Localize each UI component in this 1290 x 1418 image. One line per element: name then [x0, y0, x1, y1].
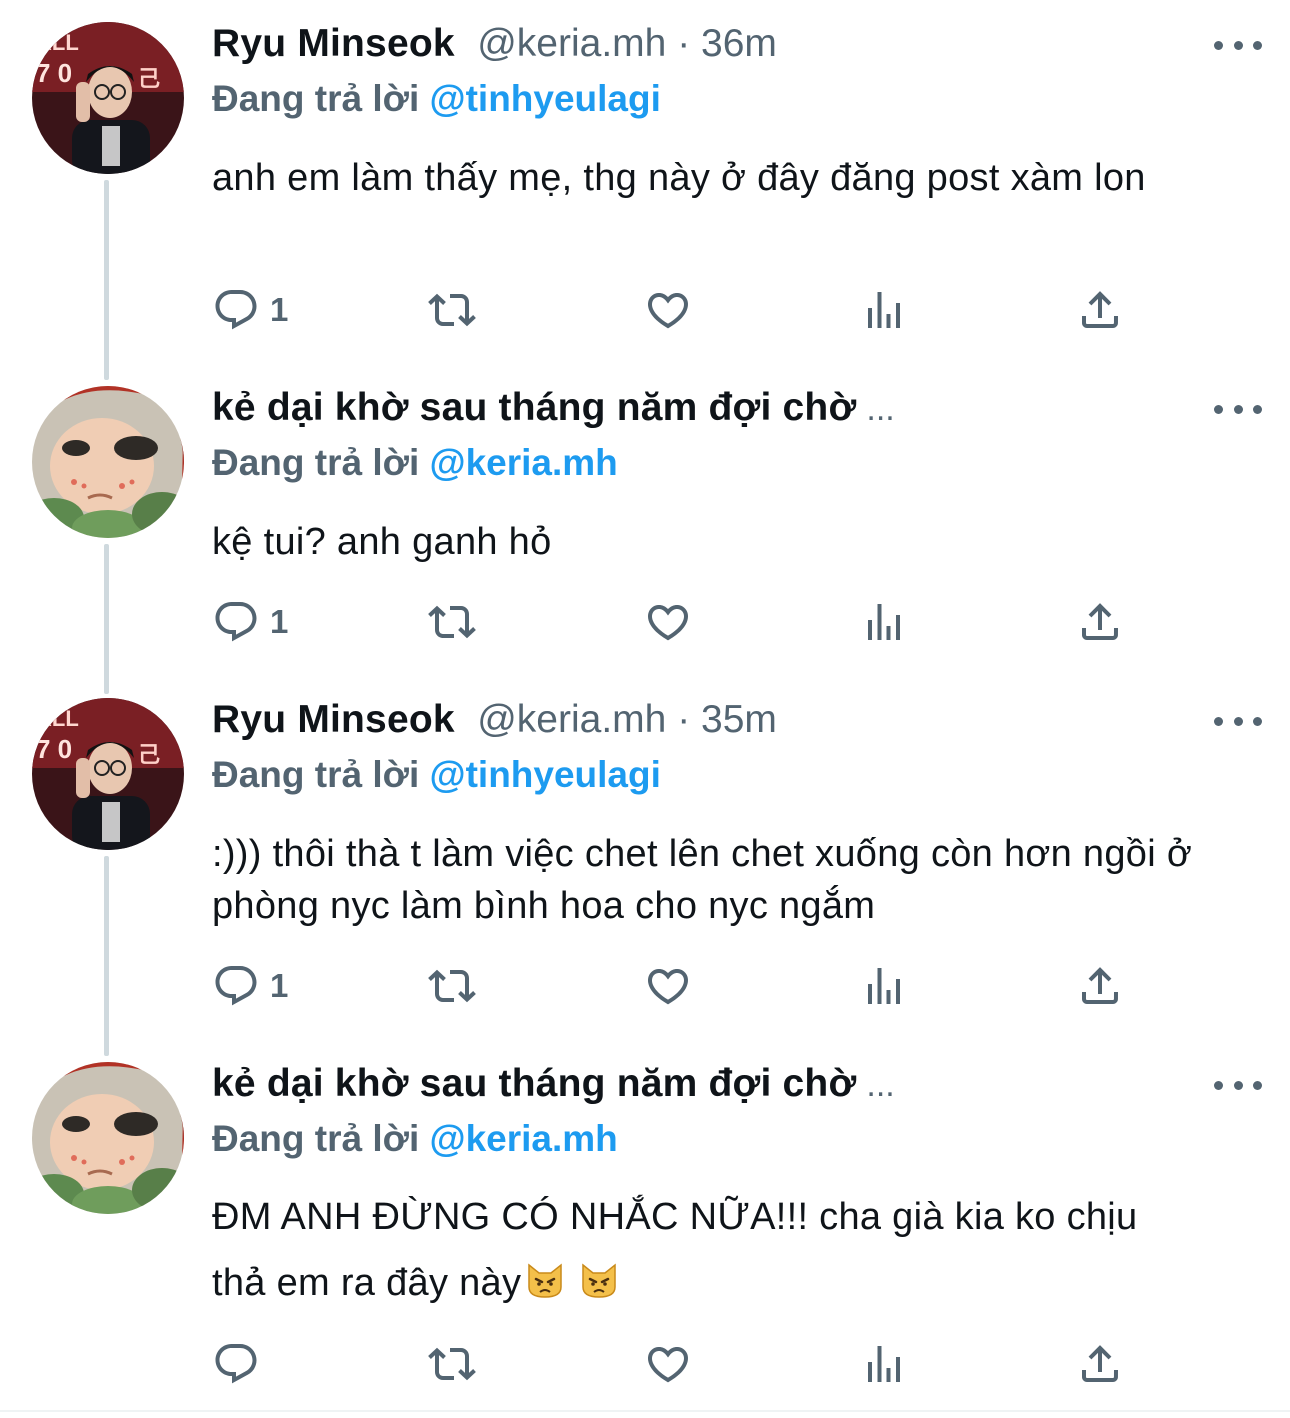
- like-button[interactable]: [644, 280, 692, 340]
- tweet-text: anh em làm thấy mẹ, thg này ở đây đăng p…: [212, 157, 1146, 199]
- thread-line: [104, 180, 109, 380]
- reply-button[interactable]: 1: [212, 956, 288, 1016]
- display-name[interactable]: kẻ dại khờ sau tháng năm đợi chờ: [212, 1062, 856, 1105]
- like-icon: [644, 286, 692, 334]
- reply-button[interactable]: 1: [212, 280, 288, 340]
- share-button[interactable]: [1076, 1334, 1124, 1394]
- share-icon: [1076, 1340, 1124, 1388]
- tweet-text: ĐM ANH ĐỪNG CÓ NHẮC NỮA!!! cha già kia k…: [212, 1184, 1192, 1316]
- pouting-cat-emoji-icon: [525, 1261, 565, 1299]
- share-button[interactable]: [1076, 956, 1124, 1016]
- more-icon[interactable]: [1214, 706, 1262, 736]
- name-truncation: ...: [866, 1066, 895, 1104]
- flower-doll-avatar-image: [32, 1062, 184, 1214]
- handle-and-time: @keria.mh · 36m: [477, 22, 777, 65]
- handle-and-time: @keria.mh · 35m: [477, 698, 777, 741]
- like-button[interactable]: [644, 592, 692, 652]
- share-icon: [1076, 962, 1124, 1010]
- retweet-icon: [428, 1340, 476, 1388]
- views-icon: [860, 1340, 908, 1388]
- reply-count: 1: [270, 603, 289, 640]
- display-name[interactable]: Ryu Minseok: [212, 22, 455, 65]
- mention-link[interactable]: @keria.mh: [430, 442, 618, 483]
- display-name[interactable]: kẻ dại khờ sau tháng năm đợi chờ: [212, 386, 856, 429]
- retweet-button[interactable]: [428, 592, 476, 652]
- retweet-button[interactable]: [428, 1334, 476, 1394]
- action-bar: 1: [212, 280, 1142, 340]
- name-truncation: ...: [866, 390, 895, 428]
- replying-to-label: Đang trả lời: [212, 442, 420, 483]
- share-icon: [1076, 598, 1124, 646]
- more-icon[interactable]: [1214, 394, 1262, 424]
- avatar[interactable]: [32, 1062, 184, 1214]
- retweet-button[interactable]: [428, 956, 476, 1016]
- like-icon: [644, 1340, 692, 1388]
- replying-to: Đang trả lời @keria.mh: [212, 1118, 1262, 1174]
- esports-player-avatar-image: [32, 22, 184, 174]
- tweet-text-body: ĐM ANH ĐỪNG CÓ NHẮC NỮA!!! cha già kia k…: [212, 1196, 1138, 1304]
- avatar[interactable]: [32, 386, 184, 538]
- retweet-button[interactable]: [428, 280, 476, 340]
- views-icon: [860, 962, 908, 1010]
- esports-player-avatar-image: [32, 698, 184, 850]
- like-icon: [644, 598, 692, 646]
- reply-icon: [212, 962, 260, 1010]
- tweet-text: kệ tui? anh ganh hỏ: [212, 521, 552, 563]
- action-bar: 1: [212, 956, 1142, 1016]
- share-button[interactable]: [1076, 592, 1124, 652]
- reply-count: 1: [270, 291, 289, 328]
- reply-count: 1: [270, 967, 289, 1004]
- tweet-text: :))) thôi thà t làm việc chet lên chet x…: [212, 833, 1193, 927]
- replying-to: Đang trả lời @tinhyeulagi: [212, 78, 1262, 134]
- like-button[interactable]: [644, 1334, 692, 1394]
- handle[interactable]: @keria.mh: [477, 698, 666, 741]
- timestamp[interactable]: 36m: [701, 22, 777, 65]
- action-bar: 1: [212, 592, 1142, 652]
- flower-doll-avatar-image: [32, 386, 184, 538]
- replying-to-label: Đang trả lời: [212, 78, 420, 119]
- more-icon[interactable]: [1214, 1070, 1262, 1100]
- reply-button[interactable]: [212, 1334, 270, 1394]
- retweet-icon: [428, 286, 476, 334]
- replying-to-label: Đang trả lời: [212, 1118, 420, 1159]
- like-button[interactable]: [644, 956, 692, 1016]
- display-name[interactable]: Ryu Minseok: [212, 698, 455, 741]
- mention-link[interactable]: @tinhyeulagi: [430, 78, 661, 119]
- thread-line: [104, 856, 109, 1056]
- avatar[interactable]: [32, 22, 184, 174]
- views-icon: [860, 598, 908, 646]
- replying-to: Đang trả lời @keria.mh: [212, 442, 1262, 498]
- views-button[interactable]: [860, 1334, 908, 1394]
- more-icon[interactable]: [1214, 30, 1262, 60]
- avatar[interactable]: [32, 698, 184, 850]
- views-button[interactable]: [860, 592, 908, 652]
- views-button[interactable]: [860, 280, 908, 340]
- share-icon: [1076, 286, 1124, 334]
- action-bar: [212, 1334, 1142, 1394]
- share-button[interactable]: [1076, 280, 1124, 340]
- like-icon: [644, 962, 692, 1010]
- reply-icon: [212, 1340, 260, 1388]
- reply-icon: [212, 286, 260, 334]
- replying-to-label: Đang trả lời: [212, 754, 420, 795]
- timestamp[interactable]: 35m: [701, 698, 777, 741]
- replying-to: Đang trả lời @tinhyeulagi: [212, 754, 1262, 810]
- mention-link[interactable]: @tinhyeulagi: [430, 754, 661, 795]
- retweet-icon: [428, 598, 476, 646]
- retweet-icon: [428, 962, 476, 1010]
- reply-button[interactable]: 1: [212, 592, 288, 652]
- mention-link[interactable]: @keria.mh: [430, 1118, 618, 1159]
- reply-icon: [212, 598, 260, 646]
- thread-line: [104, 544, 109, 694]
- views-icon: [860, 286, 908, 334]
- pouting-cat-emoji-icon: [579, 1261, 619, 1299]
- views-button[interactable]: [860, 956, 908, 1016]
- bottom-divider: [0, 1410, 1290, 1412]
- handle[interactable]: @keria.mh: [477, 22, 666, 65]
